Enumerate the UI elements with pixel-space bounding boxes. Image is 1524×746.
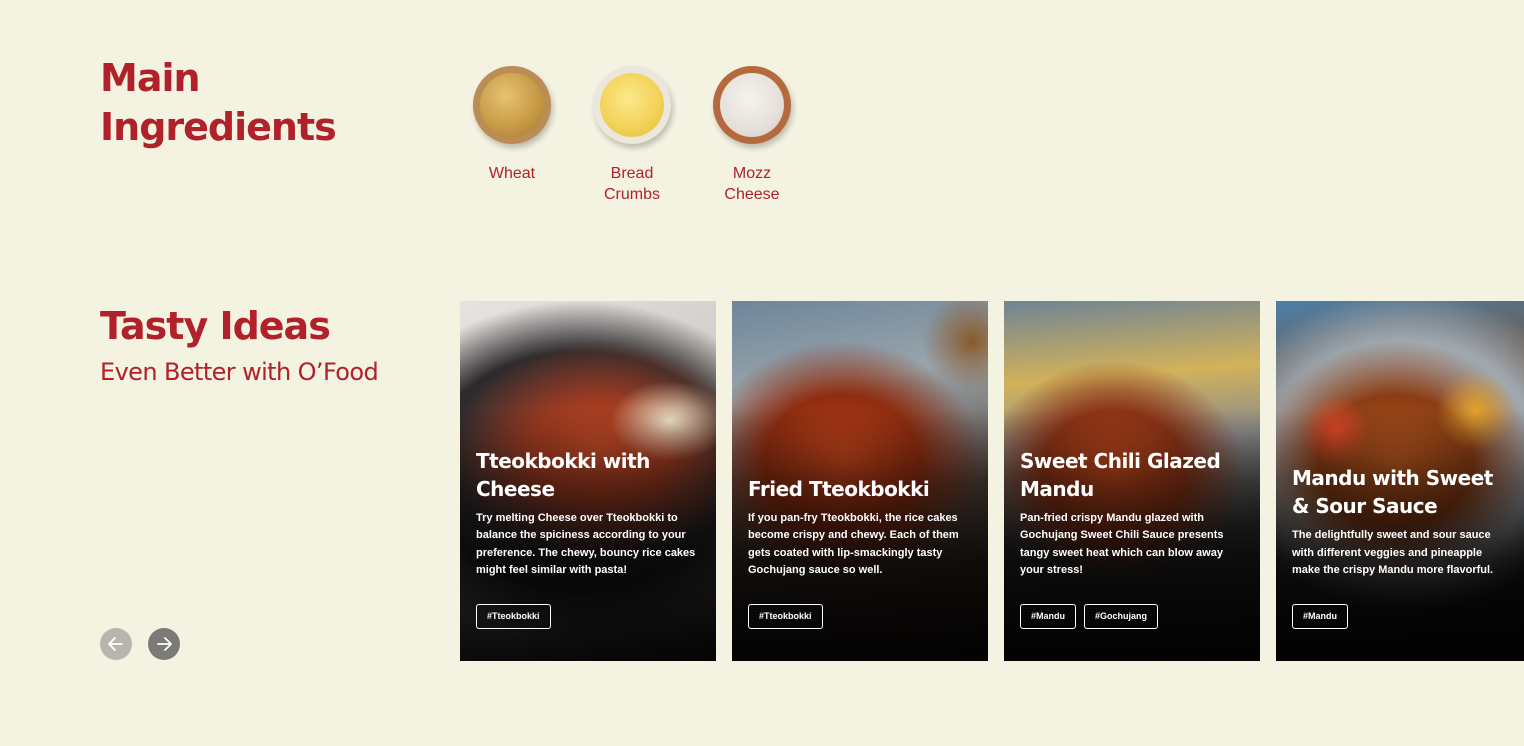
recipe-title: Sweet Chili Glazed Mandu <box>1020 448 1221 501</box>
tag-button[interactable]: #Mandu <box>1020 604 1077 629</box>
tag-button[interactable]: #Tteokbokki <box>476 604 551 629</box>
arrow-right-icon <box>157 637 172 651</box>
recipe-title: Mandu with Sweet & Sour Sauce <box>1292 466 1493 519</box>
recipe-description: The delightfully sweet and sour sauce wi… <box>1292 529 1494 577</box>
mozz-cheese-bowl-image <box>713 66 791 144</box>
recipe-tags: #Mandu #Gochujang <box>1020 604 1248 629</box>
recipe-description: If you pan-fry Tteokbokki, the rice cake… <box>748 511 959 577</box>
wheat-bowl-image <box>473 66 551 144</box>
main-ingredients-title: Main Ingredients <box>100 54 400 152</box>
tasty-ideas-title: Tasty Ideas <box>100 304 331 348</box>
recipe-tags: #Tteokbokki <box>476 604 704 629</box>
recipe-card[interactable]: Mandu with Sweet & Sour Sauce The deligh… <box>1276 301 1524 661</box>
recipe-title: Fried Tteokbokki <box>748 476 930 501</box>
ingredient-wheat: Wheat <box>452 66 572 184</box>
arrow-left-icon <box>108 637 123 651</box>
recipe-card[interactable]: Tteokbokki with Cheese Try melting Chees… <box>460 301 716 661</box>
tag-button[interactable]: #Tteokbokki <box>748 604 823 629</box>
ingredient-mozz-cheese: Mozz Cheese <box>692 66 812 205</box>
ingredient-label: Bread Crumbs <box>603 165 660 203</box>
ingredient-label: Wheat <box>488 165 536 182</box>
recipe-description: Pan-fried crispy Mandu glazed with Gochu… <box>1020 511 1224 577</box>
tag-button[interactable]: #Gochujang <box>1084 604 1159 629</box>
bread-crumbs-bowl-image <box>593 66 671 144</box>
recipe-tags: #Mandu <box>1292 604 1512 629</box>
ingredient-label: Mozz Cheese <box>724 165 780 203</box>
recipe-card[interactable]: Sweet Chili Glazed Mandu Pan-fried crisp… <box>1004 301 1260 661</box>
tag-button[interactable]: #Mandu <box>1292 604 1349 629</box>
recipe-card[interactable]: Fried Tteokbokki If you pan-fry Tteokbok… <box>732 301 988 661</box>
ingredient-bread-crumbs: Bread Crumbs <box>572 66 692 205</box>
main-ingredients-title-line1: Main <box>100 56 201 100</box>
recipe-title: Tteokbokki with Cheese <box>476 448 650 501</box>
carousel-next-button[interactable] <box>148 628 180 660</box>
recipe-tags: #Tteokbokki <box>748 604 976 629</box>
tasty-ideas-subtitle: Even Better with O’Food <box>100 358 379 386</box>
carousel-prev-button[interactable] <box>100 628 132 660</box>
main-ingredients-title-line2: Ingredients <box>100 105 337 149</box>
recipe-description: Try melting Cheese over Tteokbokki to ba… <box>476 511 696 577</box>
